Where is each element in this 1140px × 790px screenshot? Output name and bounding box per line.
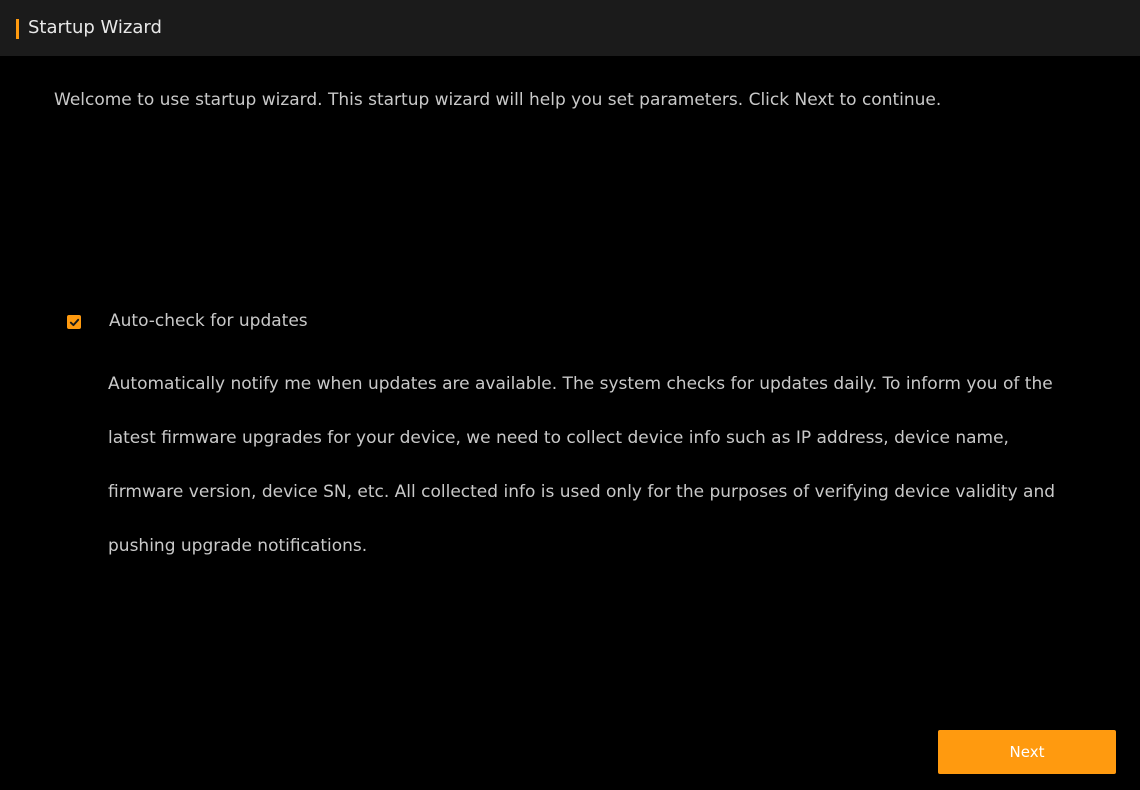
welcome-message: Welcome to use startup wizard. This star… (54, 90, 942, 110)
title-accent-bar (16, 19, 19, 39)
checkmark-icon (69, 318, 79, 326)
next-button[interactable]: Next (938, 730, 1116, 774)
update-description: Automatically notify me when updates are… (108, 374, 1056, 556)
wizard-content: Welcome to use startup wizard. This star… (0, 56, 1140, 790)
window-title: Startup Wizard (28, 17, 162, 38)
auto-check-updates-checkbox[interactable] (67, 315, 81, 329)
title-bar: Startup Wizard (0, 0, 1140, 56)
auto-check-updates-label[interactable]: Auto-check for updates (109, 309, 308, 333)
